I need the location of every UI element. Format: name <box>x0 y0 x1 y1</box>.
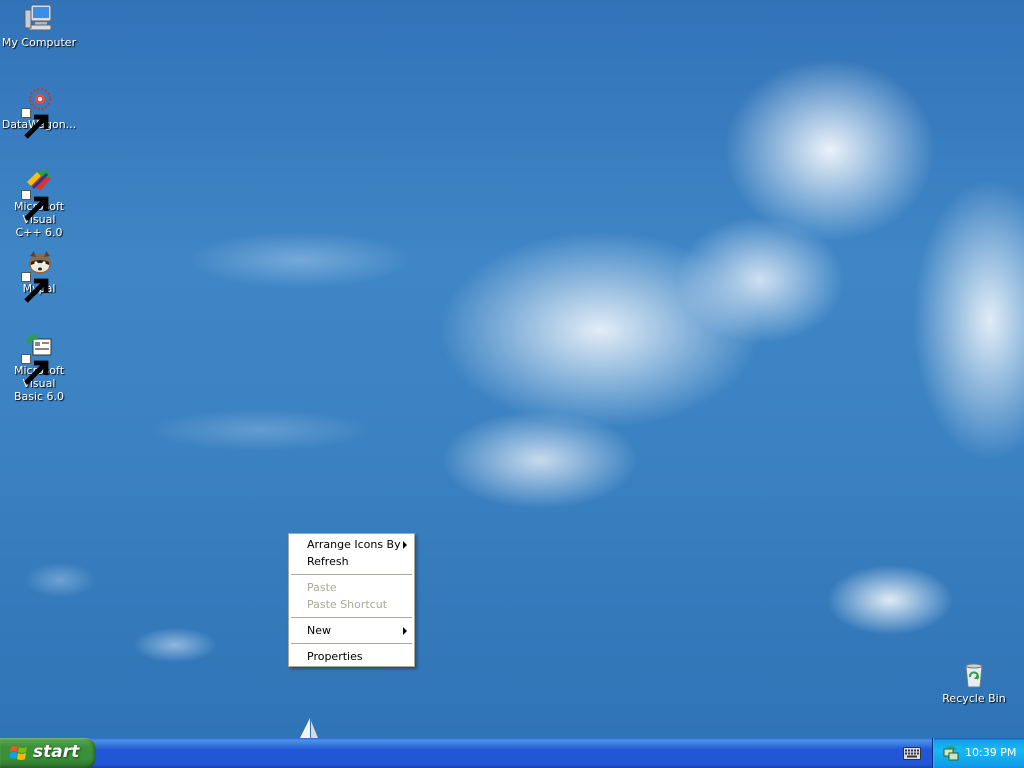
windows-flag-icon <box>9 745 28 761</box>
start-label: start <box>33 742 80 762</box>
menu-item-arrange-icons-by[interactable]: Arrange Icons By <box>289 536 414 553</box>
desktop-icon-visual-cpp[interactable]: Microsoft Visual C++ 6.0 <box>0 166 78 239</box>
menu-item-paste-shortcut: Paste Shortcut <box>289 596 414 613</box>
desktop-icon-mypal[interactable]: Mypal <box>0 248 78 303</box>
desktop-icon-visual-basic[interactable]: Microsoft Visual Basic 6.0 <box>0 330 78 403</box>
menu-item-label: New <box>307 624 331 637</box>
context-menu: Arrange Icons By Refresh Paste Paste Sho… <box>288 533 415 667</box>
menu-item-label: Arrange Icons By <box>307 538 401 551</box>
my-computer-icon <box>23 2 55 34</box>
start-button[interactable]: start <box>0 738 96 768</box>
sailboat-decoration <box>298 718 320 738</box>
menu-separator <box>291 643 412 644</box>
shortcut-arrow-icon <box>21 190 49 221</box>
menu-item-label: Refresh <box>307 555 349 568</box>
desktop-icon-label: My Computer <box>1 36 77 49</box>
shortcut-arrow-icon <box>21 354 49 385</box>
desktop-icon-my-computer[interactable]: My Computer <box>0 2 78 49</box>
shortcut-arrow-icon <box>21 272 49 303</box>
visual-basic-icon <box>21 330 55 385</box>
submenu-arrow-icon <box>403 627 407 635</box>
datawagon-icon <box>21 84 55 139</box>
keyboard-icon[interactable] <box>903 747 921 760</box>
system-tray: 10:39 PM <box>932 738 1024 768</box>
network-icon[interactable] <box>943 745 959 761</box>
menu-item-properties[interactable]: Properties <box>289 648 414 665</box>
menu-item-label: Paste Shortcut <box>307 598 388 611</box>
menu-separator <box>291 574 412 575</box>
desktop[interactable]: My Computer DataWagon... Microsoft Visua… <box>0 0 1024 738</box>
recycle-bin-icon <box>958 658 990 690</box>
shortcut-arrow-icon <box>21 108 49 139</box>
desktop-icon-datawagon[interactable]: DataWagon... <box>0 84 78 139</box>
mypal-icon <box>21 248 55 303</box>
menu-item-new[interactable]: New <box>289 622 414 639</box>
visual-cpp-icon <box>21 166 55 221</box>
desktop-icon-label: Recycle Bin <box>942 692 1006 705</box>
clock[interactable]: 10:39 PM <box>965 746 1016 759</box>
menu-item-label: Paste <box>307 581 337 594</box>
taskbar: start 10:39 PM <box>0 738 1024 768</box>
menu-item-paste: Paste <box>289 579 414 596</box>
menu-separator <box>291 617 412 618</box>
menu-item-label: Properties <box>307 650 363 663</box>
submenu-arrow-icon <box>403 541 407 549</box>
desktop-icon-recycle-bin[interactable]: Recycle Bin <box>935 658 1013 705</box>
menu-item-refresh[interactable]: Refresh <box>289 553 414 570</box>
